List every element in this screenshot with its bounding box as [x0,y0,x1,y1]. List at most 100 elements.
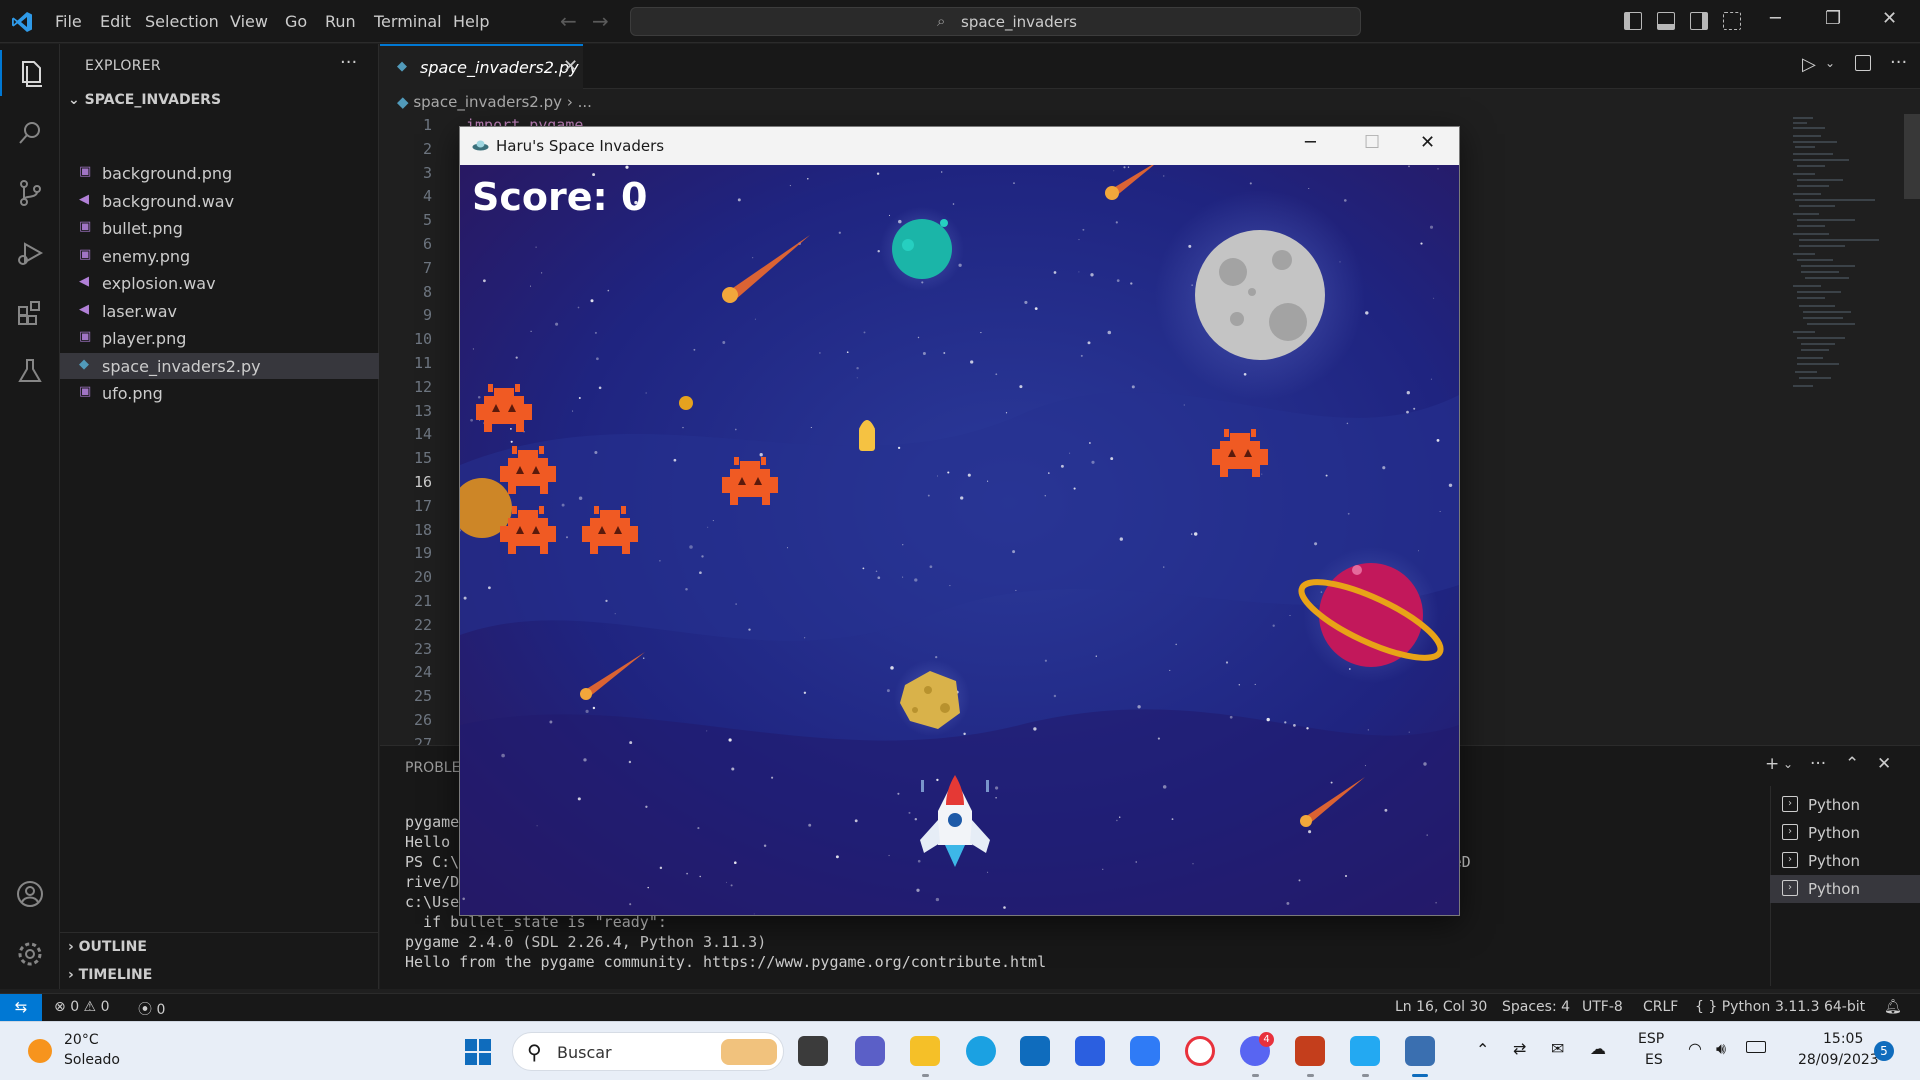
file-item[interactable]: ▣ player.png [60,325,379,351]
customize-layout-icon[interactable] [1723,12,1741,30]
file-item[interactable]: ◀ background.wav [60,188,379,214]
split-editor-icon[interactable] [1855,55,1871,71]
notifications-bell-icon[interactable]: 🔔︎ [1884,999,1902,1015]
extensions-icon[interactable] [13,296,47,330]
chevron-up-icon[interactable]: ⌃ [1476,1040,1489,1059]
forward-arrow-icon[interactable]: → [592,9,609,33]
file-explorer-icon[interactable] [910,1036,940,1066]
minimize-icon[interactable]: ─ [1305,132,1316,153]
chevron-down-icon[interactable]: ⌄ [1783,757,1793,771]
opera-browser-icon[interactable] [1185,1036,1215,1066]
volume-icon[interactable]: 🔊︎ [1716,1039,1726,1059]
file-item[interactable]: ▣ background.png [60,160,379,186]
taskbar-search[interactable]: ⚲ Buscar [512,1032,784,1071]
wifi-icon[interactable]: ◠ [1688,1039,1702,1058]
toggle-secondary-sidebar-icon[interactable] [1690,12,1708,30]
explorer-icon[interactable] [13,57,47,91]
messenger-icon[interactable] [1130,1036,1160,1066]
breadcrumb-file[interactable]: space_invaders2.py [413,93,562,111]
problems-status[interactable]: ⊗ 0 ⚠ 0 [54,999,109,1015]
encoding[interactable]: UTF-8 [1582,999,1623,1015]
close-icon[interactable]: ✕ [1882,8,1897,29]
cursor-position[interactable]: Ln 16, Col 30 [1395,999,1487,1015]
vscode-logo-icon[interactable] [10,10,34,34]
remote-indicator-icon[interactable]: ⇆ [0,994,42,1022]
microsoft-store-icon[interactable] [1020,1036,1050,1066]
search-icon[interactable] [13,116,47,150]
file-item[interactable]: ◆ space_invaders2.py [60,352,379,379]
more-actions-icon[interactable]: ··· [1890,52,1907,73]
run-python-file-icon[interactable]: ▷ [1802,54,1816,75]
mail-tray-icon[interactable]: ✉︎ [1551,1039,1564,1058]
notification-badge[interactable]: 5 [1874,1041,1894,1061]
back-arrow-icon[interactable]: ← [560,9,577,33]
folder-header[interactable]: ⌄ SPACE_INVADERS [68,92,221,108]
more-actions-icon[interactable]: ··· [1810,754,1826,774]
editor-scrollbar[interactable] [1904,114,1920,199]
language-bottom[interactable]: ES [1645,1052,1663,1068]
more-actions-icon[interactable]: ··· [340,52,357,73]
file-item[interactable]: ▣ bullet.png [60,215,379,241]
windows-start-icon[interactable] [465,1039,491,1065]
file-item[interactable]: ◀ laser.wav [60,298,379,324]
menu-edit[interactable]: Edit [100,12,131,31]
clock-time[interactable]: 15:05 [1823,1031,1863,1047]
menu-go[interactable]: Go [285,12,307,31]
maximize-panel-icon[interactable]: ⌃ [1845,754,1859,774]
minimap[interactable] [1785,114,1895,514]
edge-browser-icon[interactable] [966,1036,996,1066]
close-icon[interactable]: ✕ [1420,132,1435,153]
ports-status[interactable]: ⦿ 0 [138,999,165,1019]
task-view-icon[interactable] [798,1036,828,1066]
teams-chat-icon[interactable] [855,1036,885,1066]
menu-help[interactable]: Help [453,12,489,31]
transfer-icon[interactable]: ⇄ [1513,1039,1526,1058]
cloud-sync-icon[interactable]: ☁︎ [1590,1039,1606,1058]
battery-icon[interactable] [1746,1041,1766,1053]
terminal-tab[interactable]: › Python [1770,791,1920,819]
new-terminal-icon[interactable]: + [1765,754,1779,774]
menu-run[interactable]: Run [325,12,356,31]
menu-selection[interactable]: Selection [145,12,219,31]
vscode-taskbar-icon[interactable] [1350,1036,1380,1066]
weather-temperature[interactable]: 20°C [64,1032,99,1048]
language-mode[interactable]: { } Python [1695,999,1770,1015]
timeline-section[interactable]: › TIMELINE [68,967,152,983]
minimize-icon[interactable]: ─ [1770,8,1781,29]
language-top[interactable]: ESP [1638,1031,1664,1047]
weather-condition[interactable]: Soleado [64,1052,120,1068]
clock-date[interactable]: 28/09/2023 [1798,1052,1879,1068]
menu-view[interactable]: View [230,12,268,31]
chevron-down-icon[interactable]: ⌄ [1825,56,1835,70]
source-control-icon[interactable] [13,176,47,210]
game-canvas[interactable]: Score: 0 [460,165,1459,915]
file-item[interactable]: ◀ explosion.wav [60,270,379,296]
close-tab-icon[interactable]: ✕ [563,56,578,77]
python-interpreter[interactable]: 3.11.3 64-bit [1775,999,1865,1015]
terminal-tab[interactable]: › Python [1770,819,1920,847]
run-debug-icon[interactable] [13,236,47,270]
toggle-primary-sidebar-icon[interactable] [1624,12,1642,30]
close-panel-icon[interactable]: ✕ [1877,754,1891,774]
sun-weather-icon[interactable] [28,1039,52,1063]
restore-icon[interactable]: ❐ [1825,8,1841,29]
testing-icon[interactable] [13,354,47,388]
breadcrumb-symbol[interactable]: ... [578,93,592,111]
powerpoint-icon[interactable] [1295,1036,1325,1066]
file-item[interactable]: ▣ ufo.png [60,380,379,406]
file-item[interactable]: ▣ enemy.png [60,243,379,269]
menu-terminal[interactable]: Terminal [374,12,442,31]
menu-file[interactable]: File [55,12,82,31]
indentation[interactable]: Spaces: 4 [1502,999,1570,1015]
accounts-icon[interactable] [13,877,47,911]
outline-section[interactable]: › OUTLINE [68,939,147,955]
terminal-tab[interactable]: › Python [1770,847,1920,875]
python-game-taskbar-icon[interactable] [1405,1036,1435,1066]
mail-app-icon[interactable] [1075,1036,1105,1066]
tab-space-invaders2[interactable]: ◆ space_invaders2.py ✕ [380,44,583,89]
end-of-line[interactable]: CRLF [1643,999,1678,1015]
command-center[interactable]: ⌕ space_invaders [630,7,1361,36]
settings-gear-icon[interactable] [13,937,47,971]
terminal-tab[interactable]: › Python [1770,875,1920,903]
toggle-panel-icon[interactable] [1657,12,1675,30]
